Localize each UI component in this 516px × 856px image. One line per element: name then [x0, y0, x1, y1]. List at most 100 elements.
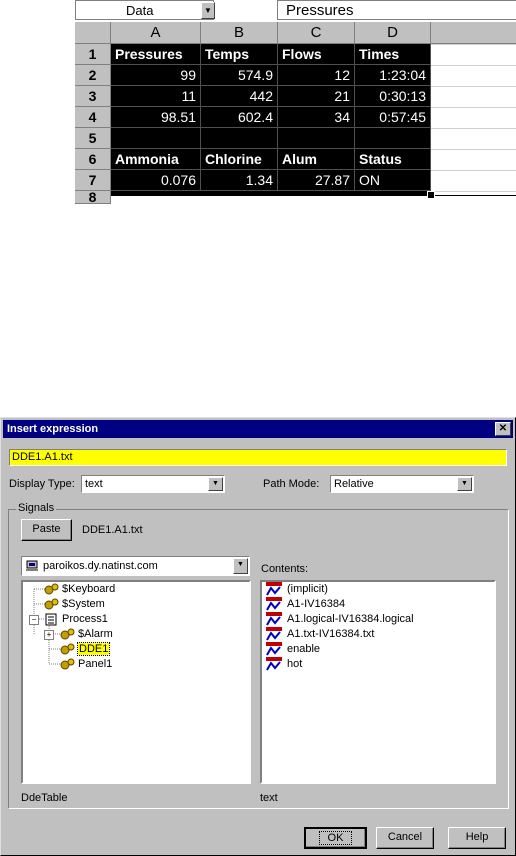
server-select[interactable]: paroikos.dy.natinst.com ▼	[21, 556, 250, 576]
contents-item-a1-txt[interactable]: A1.txt-IV16384.txt	[266, 627, 374, 642]
signals-tree[interactable]: $Keyboard $System − Process1 + $Alarm DD…	[21, 580, 251, 784]
tree-item-keyboard[interactable]: $Keyboard	[43, 582, 115, 597]
row-8-cells[interactable]	[111, 195, 516, 205]
row-header-1[interactable]: 1	[75, 44, 111, 65]
cell-a2[interactable]: 99	[111, 65, 201, 86]
gear-icon	[44, 583, 59, 595]
contents-item-label: A1.logical-IV16384.logical	[287, 613, 414, 625]
cell-d2[interactable]: 1:23:04	[355, 65, 431, 86]
cell-c2[interactable]: 12	[278, 65, 355, 86]
dialog-titlebar[interactable]: Insert expression ✕	[3, 420, 513, 438]
cell-a4[interactable]: 98.51	[111, 107, 201, 128]
column-header-e[interactable]	[431, 22, 516, 44]
cell-a6[interactable]: Ammonia	[111, 149, 201, 170]
select-all-corner[interactable]	[75, 22, 111, 44]
cell-b5[interactable]	[201, 128, 278, 149]
cell-d5[interactable]	[355, 128, 431, 149]
contents-item-implicit[interactable]: (implicit)	[266, 582, 328, 597]
cell-a1[interactable]: Pressures	[111, 44, 201, 65]
contents-item-a1[interactable]: A1-IV16384	[266, 597, 345, 612]
dde-signal-icon	[266, 627, 282, 641]
cell-c6[interactable]: Alum	[278, 149, 355, 170]
paste-button[interactable]: Paste	[21, 519, 72, 541]
dde-signal-icon	[266, 597, 282, 611]
help-button[interactable]: Help	[448, 827, 506, 849]
contents-item-label: hot	[287, 658, 303, 670]
row-header-3[interactable]: 3	[75, 86, 111, 107]
path-mode-select[interactable]: Relative ▼	[330, 475, 474, 493]
name-box-dropdown-icon[interactable]: ▼	[201, 2, 215, 19]
column-header-d[interactable]: D	[355, 22, 431, 44]
column-header-b[interactable]: B	[201, 22, 278, 44]
column-header-c[interactable]: C	[278, 22, 355, 44]
collapse-icon[interactable]: −	[29, 615, 39, 625]
cell-a7[interactable]: 0.076	[111, 170, 201, 191]
chevron-down-icon[interactable]: ▼	[208, 477, 223, 491]
contents-item-label: A1.txt-IV16384.txt	[287, 628, 375, 640]
cell-b4[interactable]: 602.4	[201, 107, 278, 128]
cell-d7[interactable]: ON	[355, 170, 431, 191]
row-header-8[interactable]: 8	[75, 191, 111, 204]
path-mode-label: Path Mode:	[263, 478, 320, 490]
ok-button[interactable]: OK	[304, 827, 367, 849]
document-icon	[45, 613, 57, 626]
tree-item-alarm[interactable]: $Alarm	[59, 627, 113, 642]
row-header-5[interactable]: 5	[75, 128, 111, 149]
cell-c7[interactable]: 27.87	[278, 170, 355, 191]
display-type-value: text	[85, 478, 103, 490]
contents-item-label: enable	[287, 643, 321, 655]
row-header-6[interactable]: 6	[75, 149, 111, 170]
signals-group-title: Signals	[16, 502, 57, 514]
row-header-7[interactable]: 7	[75, 170, 111, 191]
contents-list[interactable]: (implicit) A1-IV16384 A1.logical-IV16384…	[260, 580, 496, 784]
cell-b7[interactable]: 1.34	[201, 170, 278, 191]
cell-d6[interactable]: Status	[355, 149, 431, 170]
row-header-4[interactable]: 4	[75, 107, 111, 128]
column-header-a[interactable]: A	[111, 22, 201, 44]
cell-a3[interactable]: 11	[111, 86, 201, 107]
cell-b1[interactable]: Temps	[201, 44, 278, 65]
contents-item-hot[interactable]: hot	[266, 657, 302, 672]
contents-item-a1-logical[interactable]: A1.logical-IV16384.logical	[266, 612, 414, 627]
tree-item-label: Process1	[62, 613, 108, 625]
cell-c4[interactable]: 34	[278, 107, 355, 128]
close-button[interactable]: ✕	[495, 422, 511, 436]
cell-c1[interactable]: Flows	[278, 44, 355, 65]
cell-c3[interactable]: 21	[278, 86, 355, 107]
insert-expression-dialog: Insert expression ✕ DDE1.A1.txt Display …	[0, 417, 516, 856]
contents-item-enable[interactable]: enable	[266, 642, 320, 657]
cell-b3[interactable]: 442	[201, 86, 278, 107]
cell-d3[interactable]: 0:30:13	[355, 86, 431, 107]
tree-item-dde1[interactable]: DDE1	[59, 642, 111, 657]
cell-b2[interactable]: 574.9	[201, 65, 278, 86]
dde-signal-icon	[266, 612, 282, 626]
tree-item-label: $System	[62, 598, 105, 610]
expand-icon[interactable]: +	[44, 630, 54, 640]
chevron-down-icon[interactable]: ▼	[233, 558, 248, 574]
cell-c5[interactable]	[278, 128, 355, 149]
tree-item-system[interactable]: $System	[43, 597, 105, 612]
display-type-select[interactable]: text ▼	[81, 475, 225, 493]
row-header-2[interactable]: 2	[75, 65, 111, 86]
expression-input[interactable]: DDE1.A1.txt	[9, 449, 507, 466]
selected-range[interactable]: Pressures Temps Flows Times 99 574.9 12 …	[111, 44, 431, 195]
tree-item-label: $Keyboard	[62, 583, 116, 595]
tree-item-panel1[interactable]: Panel1	[59, 657, 112, 672]
contents-item-label: A1-IV16384	[287, 598, 346, 610]
cell-a5[interactable]	[111, 128, 201, 149]
dialog-title: Insert expression	[7, 423, 99, 435]
spreadsheet: Data ▼ Pressures A B C D 1 2 3 4 5 6 7 8…	[75, 0, 516, 206]
fill-handle[interactable]	[427, 191, 435, 199]
chevron-down-icon[interactable]: ▼	[457, 477, 472, 491]
cell-b6[interactable]: Chlorine	[201, 149, 278, 170]
empty-column-e[interactable]	[431, 44, 516, 204]
cell-d4[interactable]: 0:57:45	[355, 107, 431, 128]
dde-signal-icon	[266, 657, 282, 671]
cell-d1[interactable]: Times	[355, 44, 431, 65]
cancel-button[interactable]: Cancel	[376, 827, 434, 849]
tree-item-process1[interactable]: Process1	[43, 612, 108, 627]
formula-bar[interactable]: Pressures	[277, 0, 516, 20]
name-box[interactable]: Data ▼	[75, 0, 215, 20]
formula-bar-value: Pressures	[286, 2, 354, 19]
contents-label: Contents:	[261, 563, 309, 575]
